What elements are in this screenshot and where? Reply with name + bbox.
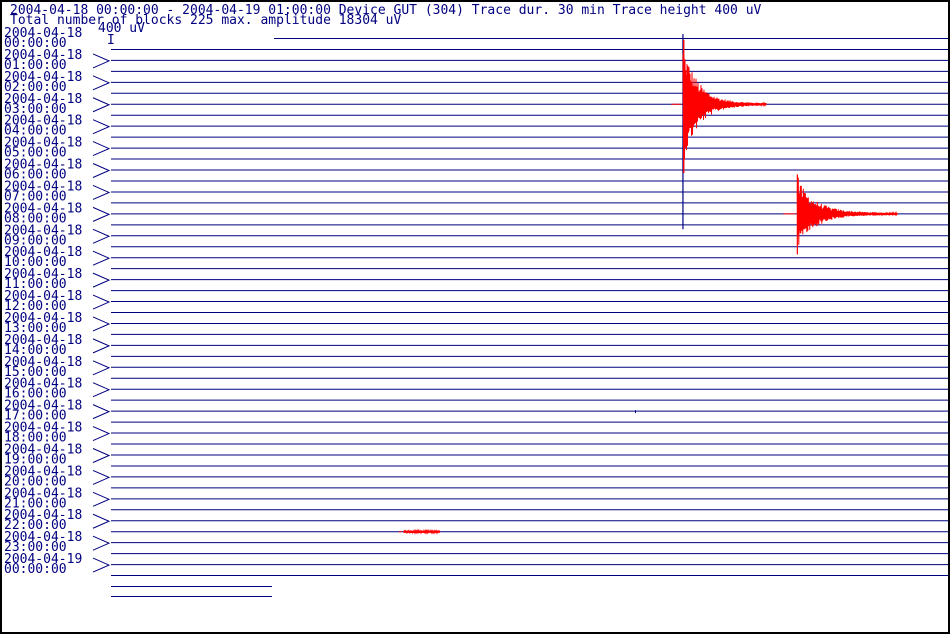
time-marker-arrow [92, 448, 111, 463]
time-marker-arrow [92, 535, 111, 551]
time-marker-arrow [92, 557, 111, 573]
time-labels: 2004-04-1800:00:002004-04-1801:00:002004… [4, 26, 111, 577]
time-marker-arrow [92, 163, 111, 178]
time-marker-arrow [92, 316, 111, 332]
scale-label: 400 uV [98, 21, 145, 36]
time-marker-arrow [92, 294, 111, 310]
time-marker-arrow [92, 382, 111, 398]
time-marker-arrow [92, 513, 111, 529]
helicorder-plot: 2004-04-18 00:00:00 - 2004-04-19 01:00:0… [4, 3, 948, 597]
time-marker-arrow [92, 426, 111, 442]
time-marker-arrow [92, 119, 111, 135]
time-marker-arrow [92, 141, 111, 157]
time-marker-arrow [92, 491, 111, 507]
time-marker-arrow [92, 250, 111, 266]
time-marker-arrow [92, 404, 111, 420]
time-marker-arrow [92, 206, 111, 222]
time-marker-arrow [92, 97, 111, 113]
traces [111, 38, 948, 597]
events [398, 34, 898, 535]
time-marker-arrow [92, 469, 111, 485]
time-marker-arrow [92, 272, 111, 288]
scale-bar: I [107, 33, 115, 48]
time-marker-arrow [92, 338, 111, 354]
time-marker-arrow [92, 228, 111, 244]
seismogram-frame: 2004-04-18 00:00:00 - 2004-04-19 01:00:0… [0, 0, 950, 634]
time-marker-arrow [92, 184, 111, 200]
time-label-time: 00:00:00 [4, 562, 67, 577]
time-marker-arrow [92, 53, 111, 69]
time-marker-arrow [92, 75, 111, 91]
time-marker-arrow [92, 360, 111, 376]
